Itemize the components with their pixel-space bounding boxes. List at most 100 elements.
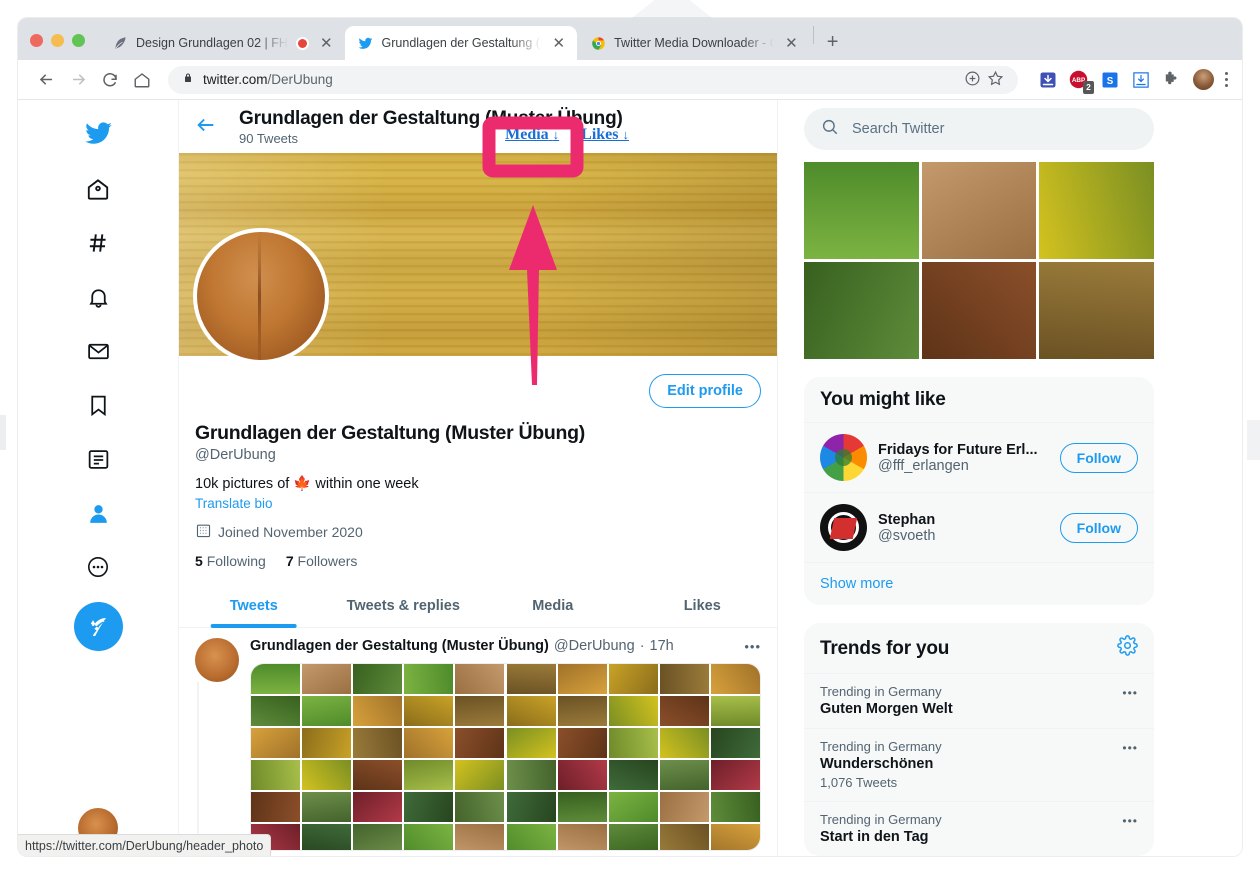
collage-cell	[660, 760, 709, 790]
profile-details: Edit profile Grundlagen der Gestaltung (…	[179, 356, 777, 569]
suggestion-item[interactable]: Stephan @svoeth Follow	[804, 492, 1154, 562]
trend-item[interactable]: Trending in Germany Wunderschönen 1,076 …	[804, 728, 1154, 801]
photo-thumbnail[interactable]	[921, 162, 1037, 259]
follow-button[interactable]: Follow	[1059, 512, 1138, 543]
collage-cell	[660, 792, 709, 822]
collage-image-right[interactable]	[507, 664, 760, 850]
trend-more-button[interactable]: •••	[1122, 686, 1138, 700]
collage-cell	[353, 760, 402, 790]
tab-tweets-replies[interactable]: Tweets & replies	[329, 584, 479, 627]
profile-avatar-icon[interactable]	[1192, 69, 1214, 90]
collage-cell	[404, 664, 453, 694]
collage-image-left[interactable]	[251, 664, 504, 850]
trend-category: Trending in Germany	[820, 812, 942, 827]
translate-bio-link[interactable]: Translate bio	[195, 496, 761, 511]
sidebar-item-explore[interactable]	[73, 218, 123, 268]
tweet-media-grid[interactable]	[250, 663, 761, 851]
background-shape-right	[1247, 420, 1260, 460]
search-placeholder: Search Twitter	[852, 121, 945, 137]
download-media-link[interactable]: Media ↓	[505, 126, 559, 144]
you-might-like-card: You might like Fridays for Future Erl...…	[804, 377, 1154, 605]
collage-cell	[455, 824, 504, 850]
back-arrow-icon[interactable]	[195, 114, 217, 140]
gear-icon[interactable]	[1117, 635, 1138, 662]
minimize-window-button[interactable]	[51, 34, 64, 47]
photo-thumbnail[interactable]	[1039, 162, 1154, 259]
download-arrow-icon[interactable]	[1038, 70, 1058, 90]
photo-thumbnail[interactable]	[921, 262, 1037, 359]
collage-cell	[353, 696, 402, 726]
photo-thumbnail[interactable]	[804, 162, 919, 259]
sidebar-item-bookmarks[interactable]	[73, 380, 123, 430]
sidebar-nav	[18, 100, 178, 856]
compose-tweet-button[interactable]	[73, 602, 123, 651]
sidebar-item-home[interactable]	[73, 164, 123, 214]
bookmark-star-icon[interactable]	[987, 70, 1004, 90]
twitter-logo[interactable]	[73, 108, 123, 158]
adblock-plus-icon[interactable]: ABP 2	[1069, 70, 1094, 94]
tweet-more-button[interactable]: •••	[744, 639, 761, 654]
save-page-icon[interactable]	[1131, 70, 1151, 90]
tab-close-button[interactable]: ✕	[782, 34, 801, 53]
new-tab-button[interactable]: +	[817, 32, 849, 60]
sidebar-item-profile[interactable]	[73, 488, 123, 538]
collage-cell	[711, 664, 760, 694]
search-box[interactable]: Search Twitter	[804, 108, 1154, 150]
tab-likes[interactable]: Likes	[628, 584, 778, 627]
collage-cell	[404, 760, 453, 790]
photo-thumbnail[interactable]	[804, 262, 919, 359]
trend-item[interactable]: Trending in Germany Start in den Tag •••	[804, 801, 1154, 856]
collage-cell	[660, 664, 709, 694]
suggestion-handle: @fff_erlangen	[878, 457, 969, 474]
address-bar[interactable]: twitter.com/DerUbung	[168, 65, 1018, 94]
maximize-window-button[interactable]	[72, 34, 85, 47]
chrome-menu-button[interactable]	[1224, 71, 1228, 88]
trend-more-button[interactable]: •••	[1122, 814, 1138, 828]
followers-count[interactable]: 7 Followers	[286, 553, 358, 569]
collage-cell	[302, 696, 351, 726]
suggestion-item[interactable]: Fridays for Future Erl... @fff_erlangen …	[804, 422, 1154, 492]
share-icon[interactable]	[964, 70, 981, 90]
trend-item[interactable]: Trending in Germany Guten Morgen Welt ••…	[804, 673, 1154, 728]
trend-more-button[interactable]: •••	[1122, 741, 1138, 755]
reload-button[interactable]	[96, 66, 124, 94]
collage-cell	[609, 696, 658, 726]
tab-close-button[interactable]: ✕	[550, 34, 569, 53]
sidebar-item-messages[interactable]	[73, 326, 123, 376]
back-button[interactable]	[32, 66, 60, 94]
collage-cell	[558, 728, 607, 758]
collage-cell	[404, 824, 453, 850]
follow-button[interactable]: Follow	[1059, 442, 1138, 473]
tab-close-button[interactable]: ✕	[317, 34, 336, 53]
trend-category: Trending in Germany	[820, 739, 942, 754]
tweet-author-avatar[interactable]	[195, 638, 239, 856]
sidebar-item-more[interactable]	[73, 542, 123, 592]
collage-cell	[251, 760, 300, 790]
tab-media[interactable]: Media	[478, 584, 628, 627]
antifa-logo	[820, 504, 867, 551]
edit-profile-button[interactable]: Edit profile	[649, 374, 761, 408]
download-likes-link[interactable]: Likes ↓	[581, 126, 629, 144]
extension-badge-count: 2	[1083, 81, 1094, 94]
tweet-item[interactable]: Grundlagen der Gestaltung (Muster Übung)…	[179, 628, 777, 856]
home-button[interactable]	[128, 66, 156, 94]
forward-button[interactable]	[64, 66, 92, 94]
browser-tab-3[interactable]: Twitter Media Downloader - Ch ✕	[577, 26, 810, 60]
browser-window: Design Grundlagen 02 | FH ✕ Grundlagen d…	[18, 18, 1242, 856]
close-window-button[interactable]	[30, 34, 43, 47]
lock-icon	[182, 72, 194, 87]
collage-cell	[609, 664, 658, 694]
browser-tab-1[interactable]: Design Grundlagen 02 | FH ✕	[99, 26, 345, 60]
sidebar-item-lists[interactable]	[73, 434, 123, 484]
puzzle-piece-icon[interactable]	[1162, 70, 1182, 90]
show-more-link[interactable]: Show more	[804, 562, 1154, 605]
profile-avatar[interactable]	[193, 228, 329, 364]
photo-thumbnail[interactable]	[1039, 262, 1154, 359]
tab-tweets[interactable]: Tweets	[179, 584, 329, 627]
profile-bio: 10k pictures of 🍁 within one week	[195, 476, 419, 492]
profile-photo-grid[interactable]	[804, 162, 1154, 359]
browser-tab-2[interactable]: Grundlagen der Gestaltung (M ✕	[344, 26, 578, 60]
sidebar-item-notifications[interactable]	[73, 272, 123, 322]
s-extension-icon[interactable]: S	[1100, 70, 1120, 90]
following-count[interactable]: 5 Following	[195, 553, 266, 569]
